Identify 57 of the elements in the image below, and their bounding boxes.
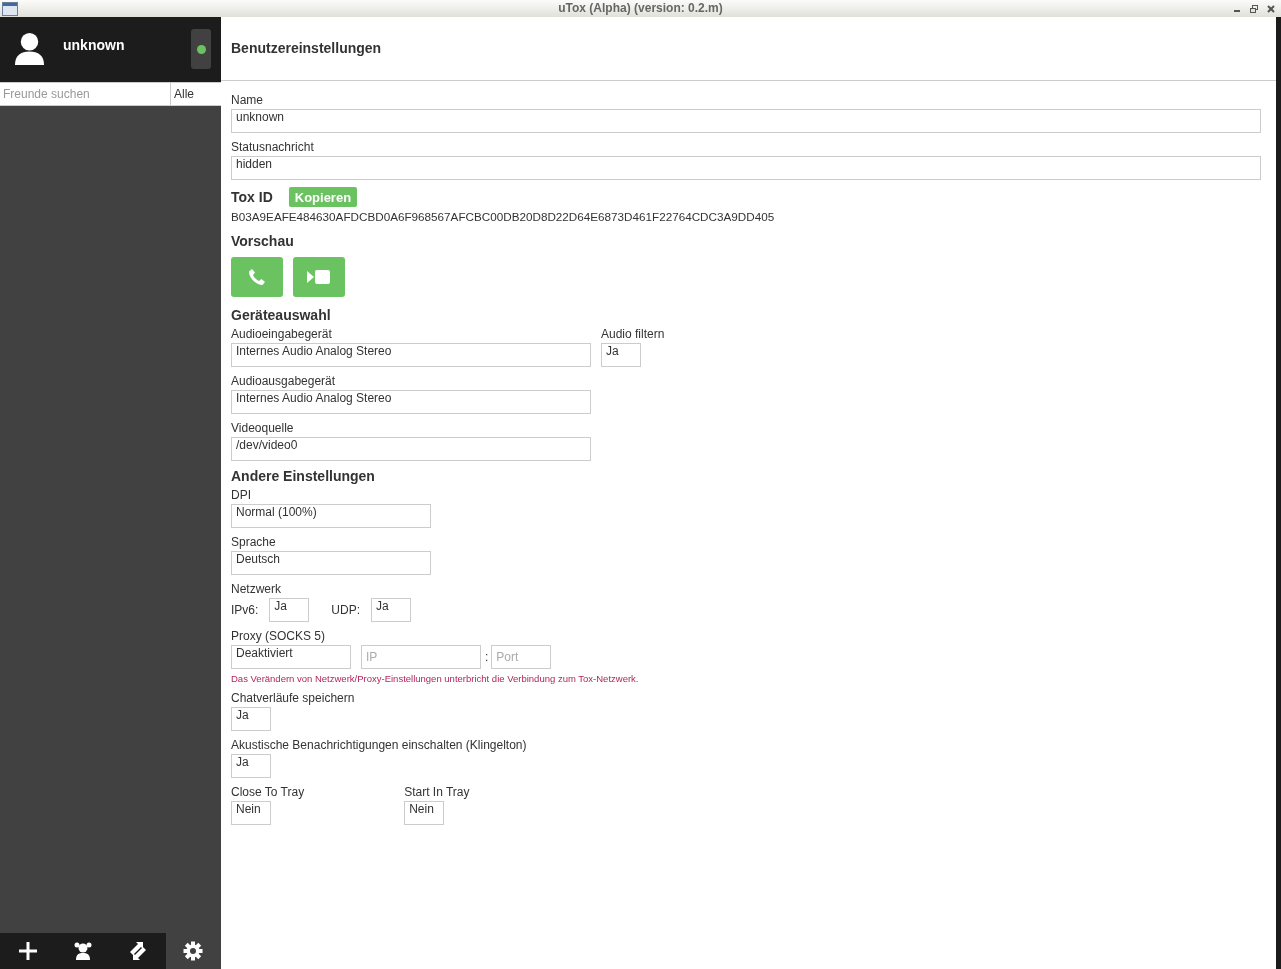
input-field[interactable]: Nein <box>404 801 445 825</box>
video-camera-icon <box>307 269 331 285</box>
field-label: Proxy (SOCKS 5) <box>231 628 326 645</box>
input-field[interactable]: hidden <box>231 156 1261 180</box>
avatar-icon <box>14 32 45 65</box>
input-field[interactable]: Ja <box>231 754 271 778</box>
field-label: Sprache <box>231 534 276 551</box>
tox-id-text: B03A9EAFE484630AFDCBD0A6F968567AFCBC00DB20D8D22D64E6873D461F22764CDC3A9DD405 <box>231 209 775 225</box>
toolbar-button[interactable] <box>165 933 221 969</box>
separator-text: : <box>485 650 489 664</box>
field-label: Close To Tray <box>231 784 305 801</box>
field-label: UDP: <box>331 603 361 617</box>
section-heading: Tox ID <box>231 188 273 207</box>
user-name: unknown <box>63 36 125 53</box>
field-label: DPI <box>231 487 251 504</box>
input-field[interactable]: Ja <box>269 598 310 622</box>
port-input[interactable]: Port <box>491 645 552 669</box>
field-label: Name <box>231 92 263 109</box>
input-field[interactable]: unknown <box>231 109 1261 133</box>
section-heading: Geräteauswahl <box>231 306 331 325</box>
window-icon <box>2 1 18 16</box>
phone-icon <box>247 267 267 287</box>
group-icon <box>72 941 93 961</box>
field-label: Netzwerk <box>231 581 281 598</box>
section-heading: Vorschau <box>231 232 294 251</box>
settings-icon <box>183 941 204 961</box>
status-button[interactable] <box>191 29 211 69</box>
input-field[interactable]: Internes Audio Analog Stereo <box>231 343 591 367</box>
field-label: Chatverläufe speichern <box>231 690 355 707</box>
filter-button[interactable]: Alle <box>171 82 221 106</box>
field-label: Akustische Benachrichtigungen einschalten (Klingelton) <box>231 737 527 754</box>
input-field[interactable]: Nein <box>231 801 271 825</box>
field-label: Audioausgabegerät <box>231 373 336 390</box>
input-field[interactable]: Ja <box>601 343 641 367</box>
ip-input[interactable]: IP <box>361 645 481 669</box>
input-field[interactable]: Internes Audio Analog Stereo <box>231 390 591 414</box>
input-field[interactable]: Deutsch <box>231 551 431 575</box>
input-field[interactable]: Ja <box>231 707 271 731</box>
restore-icon <box>1250 4 1258 13</box>
input-field[interactable]: /dev/video0 <box>231 437 591 461</box>
field-label: Videoquelle <box>231 420 294 437</box>
page-title: Benutzereinstellungen <box>231 40 382 56</box>
field-label: Start In Tray <box>404 784 470 801</box>
close-icon <box>1267 4 1275 13</box>
field-label: Statusnachricht <box>231 139 314 156</box>
search-field[interactable]: Freunde suchen <box>0 82 171 106</box>
field-label: Audioeingabegerät <box>231 326 332 343</box>
window-title: uTox (Alpha) (version: 0.2.m) <box>557 0 724 17</box>
proxy-mode-dropdown[interactable]: Deaktiviert <box>231 645 351 669</box>
section-heading: Andere Einstellungen <box>231 467 375 486</box>
field-label: IPv6: <box>231 603 259 617</box>
input-field[interactable]: Ja <box>371 598 412 622</box>
field-label: Audio filtern <box>601 326 665 343</box>
add-icon <box>17 941 38 961</box>
transfer-arrows-icon <box>128 941 149 961</box>
input-field[interactable]: Normal (100%) <box>231 504 431 528</box>
warning-text: Das Verändern von Netzwerk/Proxy-Einstellungen unterbricht die Verbindung zum Tox-Netzwerk. <box>231 672 639 686</box>
